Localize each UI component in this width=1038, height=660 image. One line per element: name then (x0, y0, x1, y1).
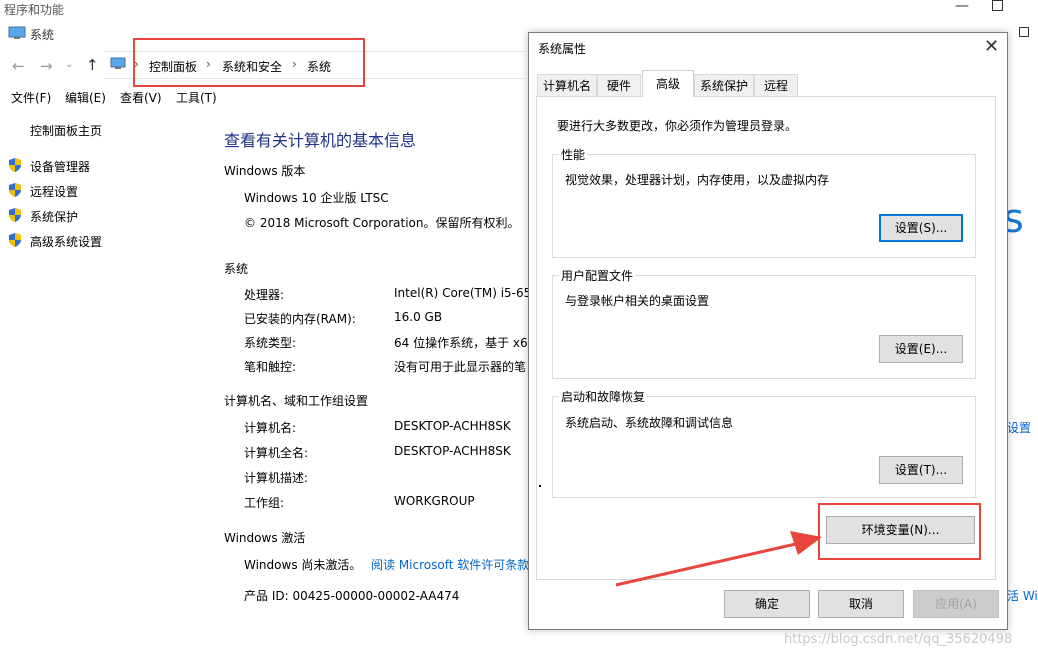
tab-system-protection[interactable]: 系统保护 (694, 74, 754, 96)
menu-edit[interactable]: 编辑(E) (65, 89, 106, 106)
device-manager-link[interactable]: 设备管理器 (30, 158, 90, 175)
activation-status: Windows 尚未激活。 (244, 558, 362, 572)
performance-group (552, 154, 976, 258)
apply-button[interactable]: 应用(A) (913, 590, 999, 618)
system-window-title: 系统 (30, 28, 55, 42)
tab-hardware[interactable]: 硬件 (597, 74, 641, 96)
back-arrow-icon[interactable]: ← (12, 57, 25, 75)
computer-icon (110, 57, 126, 69)
performance-description: 视觉效果，处理器计划，内存使用，以及虚拟内存 (565, 173, 830, 187)
ok-button[interactable]: 确定 (724, 590, 810, 618)
performance-settings-button[interactable]: 设置(S)... (879, 214, 963, 242)
startup-recovery-description: 系统启动、系统故障和调试信息 (565, 416, 734, 430)
windows-edition-value: Windows 10 企业版 LTSC (244, 191, 389, 205)
activate-windows-link[interactable]: 活 Wir (1007, 587, 1038, 604)
startup-recovery-settings-button[interactable]: 设置(T)... (879, 456, 963, 484)
system-type-label: 系统类型: (244, 336, 297, 350)
env-highlight-box (818, 503, 981, 560)
pen-touch-value: 没有可用于此显示器的笔 (394, 360, 527, 374)
ram-label: 已安装的内存(RAM): (244, 312, 356, 326)
processor-value: Intel(R) Core(TM) i5-65 (394, 286, 532, 300)
tab-remote[interactable]: 远程 (754, 74, 798, 96)
page-title: 查看有关计算机的基本信息 (224, 131, 417, 150)
menu-file[interactable]: 文件(F) (11, 89, 51, 106)
change-settings-link[interactable]: 设置 (1007, 419, 1031, 436)
product-id: 产品 ID: 00425-00000-00002-AA474 (244, 589, 460, 603)
remote-settings-link[interactable]: 远程设置 (30, 183, 78, 200)
startup-recovery-group-title: 启动和故障恢复 (559, 388, 648, 405)
close-icon[interactable]: ✕ (984, 36, 999, 57)
tab-computer-name[interactable]: 计算机名 (537, 74, 597, 96)
workgroup-value: WORKGROUP (394, 494, 475, 508)
red-arrow-annotation (615, 531, 822, 587)
computer-description-label: 计算机描述: (244, 471, 309, 485)
dialog-title: 系统属性 (538, 42, 587, 56)
system-section-title: 系统 (224, 262, 249, 276)
forward-arrow-icon[interactable]: → (40, 57, 53, 75)
full-computer-name-label: 计算机全名: (244, 446, 309, 460)
cancel-button[interactable]: 取消 (818, 590, 904, 618)
computer-name-value: DESKTOP-ACHH8SK (394, 419, 511, 433)
recent-dropdown-icon[interactable]: ⌄ (65, 59, 73, 70)
menu-tools[interactable]: 工具(T) (176, 89, 217, 106)
activation-section-title: Windows 激活 (224, 531, 306, 545)
user-profiles-settings-button[interactable]: 设置(E)... (879, 335, 963, 363)
maximize-button[interactable] (992, 0, 1003, 11)
processor-label: 处理器: (244, 288, 285, 302)
system-type-value: 64 位操作系统，基于 x64 (394, 336, 536, 350)
tab-advanced[interactable]: 高级 (642, 70, 694, 97)
user-profiles-group (552, 275, 976, 379)
copyright-text: © 2018 Microsoft Corporation。保留所有权利。 (244, 216, 520, 230)
shield-icon (9, 158, 21, 172)
performance-group-title: 性能 (559, 146, 588, 163)
pen-touch-label: 笔和触控: (244, 360, 297, 374)
up-arrow-icon[interactable]: ↑ (86, 56, 99, 74)
minimize-button[interactable]: — (955, 0, 969, 14)
shield-icon (9, 183, 21, 197)
computer-name-label: 计算机名: (244, 421, 297, 435)
workgroup-label: 工作组: (244, 496, 285, 510)
user-profiles-description: 与登录帐户相关的桌面设置 (565, 294, 710, 308)
background-titlebar (0, 0, 1038, 18)
background-window-title: 程序和功能 (4, 3, 65, 17)
system-protection-link[interactable]: 系统保护 (30, 208, 78, 225)
full-computer-name-value: DESKTOP-ACHH8SK (394, 444, 511, 458)
windows-edition-section-title: Windows 版本 (224, 164, 306, 178)
advanced-system-settings-link[interactable]: 高级系统设置 (30, 233, 102, 250)
computer-name-section-title: 计算机名、域和工作组设置 (224, 394, 369, 408)
admin-note: 要进行大多数更改，你必须作为管理员登录。 (557, 119, 798, 133)
ram-value: 16.0 GB (394, 310, 443, 324)
system-monitor-icon (8, 26, 26, 39)
menu-view[interactable]: 查看(V) (120, 89, 162, 106)
restore-icon[interactable] (1019, 27, 1029, 37)
address-highlight-box (133, 38, 365, 87)
windows-logo-fragment: s 1 (1003, 196, 1038, 242)
focus-dot (539, 485, 541, 487)
watermark-text: https://blog.csdn.net/qq_35620498 (784, 632, 1013, 647)
shield-icon (9, 233, 21, 247)
user-profiles-group-title: 用户配置文件 (559, 267, 636, 284)
license-terms-link[interactable]: 阅读 Microsoft 软件许可条款 (371, 556, 529, 573)
shield-icon (9, 208, 21, 222)
control-panel-home-link[interactable]: 控制面板主页 (30, 122, 102, 139)
